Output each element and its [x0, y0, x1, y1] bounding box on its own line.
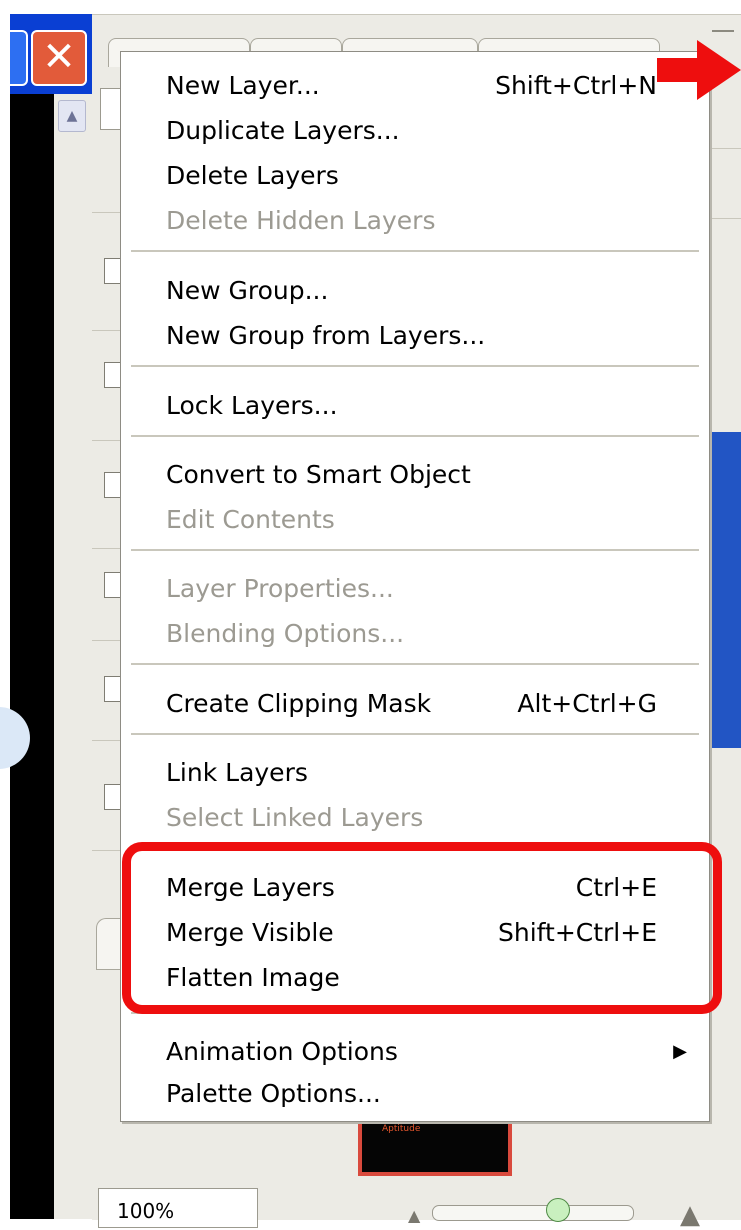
menu-item-label: Palette Options...	[166, 1079, 381, 1108]
menu-item-label: Create Clipping Mask	[166, 689, 432, 718]
menu-item-blending-options[interactable]: Blending Options...	[166, 612, 657, 656]
menu-separator	[131, 435, 699, 437]
menu-separator	[131, 250, 699, 252]
menu-item-lock-layers[interactable]: Lock Layers...	[166, 384, 657, 428]
menu-item-palette-options[interactable]: Palette Options...	[166, 1072, 657, 1116]
menu-item-edit-contents[interactable]: Edit Contents	[166, 498, 657, 542]
document-canvas	[10, 94, 54, 1219]
preview-caption: Aptitude	[382, 1124, 421, 1134]
menu-item-layer-properties[interactable]: Layer Properties...	[166, 567, 657, 611]
submenu-arrow-icon: ▶	[673, 1041, 687, 1062]
selected-layer-row[interactable]	[707, 432, 741, 748]
menu-separator	[131, 549, 699, 551]
vertical-scrollbar[interactable]	[54, 94, 93, 1219]
pointer-arrow-icon	[657, 40, 741, 100]
menu-item-label: Delete Hidden Layers	[166, 206, 436, 235]
menu-item-convert-to-smart-object[interactable]: Convert to Smart Object	[166, 453, 657, 497]
menu-item-select-linked-layers[interactable]: Select Linked Layers	[166, 796, 657, 840]
menu-item-label: Delete Layers	[166, 161, 339, 190]
menu-item-new-group[interactable]: New Group...	[166, 269, 657, 313]
menu-item-label: New Group from Layers...	[166, 321, 486, 350]
palette-minimize[interactable]	[712, 30, 734, 32]
menu-item-shortcut: Alt+Ctrl+G	[517, 689, 657, 718]
zoom-input[interactable]: 100%	[98, 1188, 258, 1228]
menu-item-label: Animation Options	[166, 1037, 398, 1066]
close-button[interactable]: ✕	[31, 30, 87, 86]
menu-item-label: Select Linked Layers	[166, 803, 424, 832]
arrow-up-icon: ▲	[66, 108, 78, 124]
menu-item-link-layers[interactable]: Link Layers	[166, 751, 657, 795]
palette-divider	[707, 218, 741, 219]
zoom-slider-handle[interactable]	[546, 1198, 570, 1222]
menu-item-shortcut: Shift+Ctrl+N	[495, 71, 657, 100]
menu-item-new-group-from-layers[interactable]: New Group from Layers...	[166, 314, 657, 358]
maximize-button[interactable]	[10, 30, 28, 86]
menu-item-label: Convert to Smart Object	[166, 460, 471, 489]
zoom-out-icon[interactable]: ▲	[408, 1206, 420, 1225]
menu-separator	[131, 733, 699, 735]
scroll-up-button[interactable]: ▲	[58, 100, 86, 132]
menu-item-label: Blending Options...	[166, 619, 405, 648]
menu-item-new-layer[interactable]: New Layer... Shift+Ctrl+N	[166, 64, 657, 108]
menu-item-create-clipping-mask[interactable]: Create Clipping Mask Alt+Ctrl+G	[166, 682, 657, 726]
menu-item-duplicate-layers[interactable]: Duplicate Layers...	[166, 109, 657, 153]
menu-item-label: New Layer...	[166, 71, 320, 100]
palette-divider	[707, 148, 741, 149]
menu-item-delete-hidden-layers[interactable]: Delete Hidden Layers	[166, 199, 657, 243]
zoom-in-icon[interactable]: ▲	[680, 1200, 700, 1230]
desktop-edge	[0, 0, 10, 1219]
menu-item-label: Duplicate Layers...	[166, 116, 400, 145]
close-icon: ✕	[42, 34, 76, 80]
menu-item-label: Link Layers	[166, 758, 308, 787]
menu-item-label: Edit Contents	[166, 505, 335, 534]
menu-item-delete-layers[interactable]: Delete Layers	[166, 154, 657, 198]
menu-item-label: Layer Properties...	[166, 574, 394, 603]
menu-separator	[131, 365, 699, 367]
menu-item-label: Lock Layers...	[166, 391, 338, 420]
menu-separator	[131, 663, 699, 665]
highlight-box	[122, 842, 722, 1014]
menu-item-label: New Group...	[166, 276, 329, 305]
menu-item-animation-options[interactable]: Animation Options ▶	[166, 1030, 687, 1074]
